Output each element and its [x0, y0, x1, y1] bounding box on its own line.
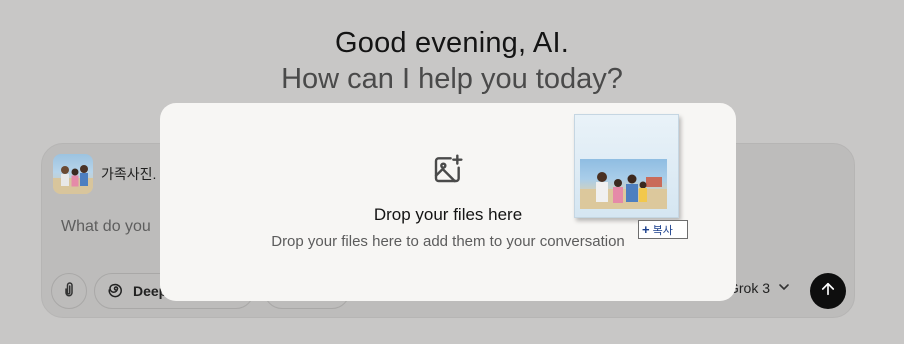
image-plus-icon [432, 153, 464, 190]
paperclip-icon [60, 280, 78, 303]
plus-icon: + [642, 222, 650, 237]
attachment-filename: 가족사진. [101, 166, 157, 182]
copy-label: 복사 [652, 224, 673, 237]
chevron-down-icon [778, 280, 790, 296]
greeting-subtitle: How can I help you today? [281, 63, 623, 95]
attachment-thumbnail [53, 154, 93, 194]
attachment-chip[interactable]: 가족사진. [53, 154, 156, 194]
copy-drag-indicator: + 복사 [638, 220, 688, 239]
send-button[interactable] [810, 273, 846, 309]
arrow-up-icon [819, 280, 837, 303]
model-selector[interactable]: Grok 3 [728, 280, 790, 296]
drag-preview [574, 114, 679, 218]
greeting-title: Good evening, AI. [335, 27, 569, 59]
attach-button[interactable] [51, 273, 87, 309]
drag-preview-photo [580, 159, 667, 209]
swirl-icon [107, 281, 125, 302]
